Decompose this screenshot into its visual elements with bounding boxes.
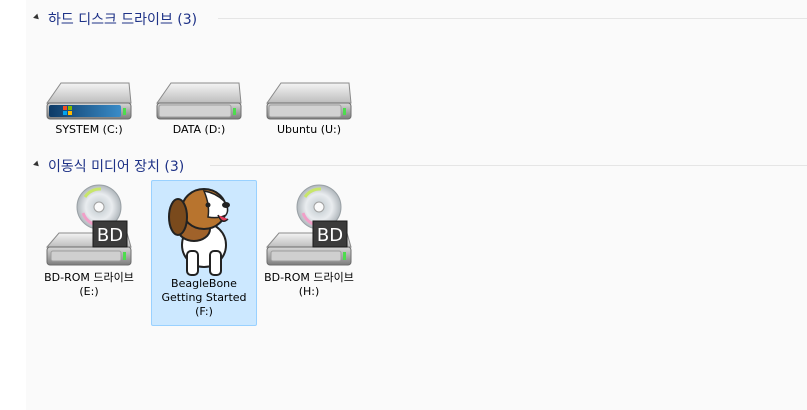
collapse-arrow-icon[interactable] — [33, 13, 41, 22]
bd-rom-drive-icon: BD — [265, 184, 352, 266]
collapse-arrow-icon[interactable] — [33, 160, 41, 169]
drive-item-ubuntu-u[interactable]: Ubuntu (U:) — [257, 74, 361, 148]
drive-label: BeagleBone Getting Started (F:) — [161, 277, 247, 318]
group-header-removable-media[interactable]: 이동식 미디어 장치 (3) — [26, 156, 807, 175]
group-header-hard-disk-drives[interactable]: 하드 디스크 드라이브 (3) — [26, 9, 807, 28]
drive-item-bd-rom-e[interactable]: BD BD-ROM 드라이브 (E:) — [37, 182, 141, 312]
group-divider — [218, 18, 807, 19]
bd-rom-drive-icon: BD — [45, 184, 132, 266]
windows-hard-drive-icon — [46, 82, 132, 120]
group-divider — [210, 165, 807, 166]
hard-drive-icon — [266, 82, 352, 120]
drive-label: Ubuntu (U:) — [276, 123, 342, 136]
hard-drive-icon — [156, 82, 242, 120]
beagleboard-dog-icon — [168, 188, 230, 276]
drive-label: BD-ROM 드라이브 (H:) — [264, 271, 354, 298]
file-view[interactable]: 하드 디스크 드라이브 (3) SYSTEM (C:) DATA (D:) Ub… — [26, 0, 807, 410]
navigation-pane-edge — [0, 0, 26, 410]
drive-label: SYSTEM (C:) — [55, 123, 123, 136]
drive-item-data-d[interactable]: DATA (D:) — [147, 74, 251, 148]
bd-badge-text: BD — [317, 225, 343, 246]
drive-label: BD-ROM 드라이브 (E:) — [44, 271, 134, 298]
drive-label: DATA (D:) — [172, 123, 226, 136]
group-title: 하드 디스크 드라이브 (3) — [48, 12, 198, 28]
drive-item-system-c[interactable]: SYSTEM (C:) — [37, 74, 141, 148]
drive-item-beaglebone-f[interactable]: BeagleBone Getting Started (F:) — [151, 180, 257, 326]
bd-badge-text: BD — [97, 225, 123, 246]
drive-item-bd-rom-h[interactable]: BD BD-ROM 드라이브 (H:) — [257, 182, 361, 312]
group-title: 이동식 미디어 장치 (3) — [48, 159, 185, 175]
